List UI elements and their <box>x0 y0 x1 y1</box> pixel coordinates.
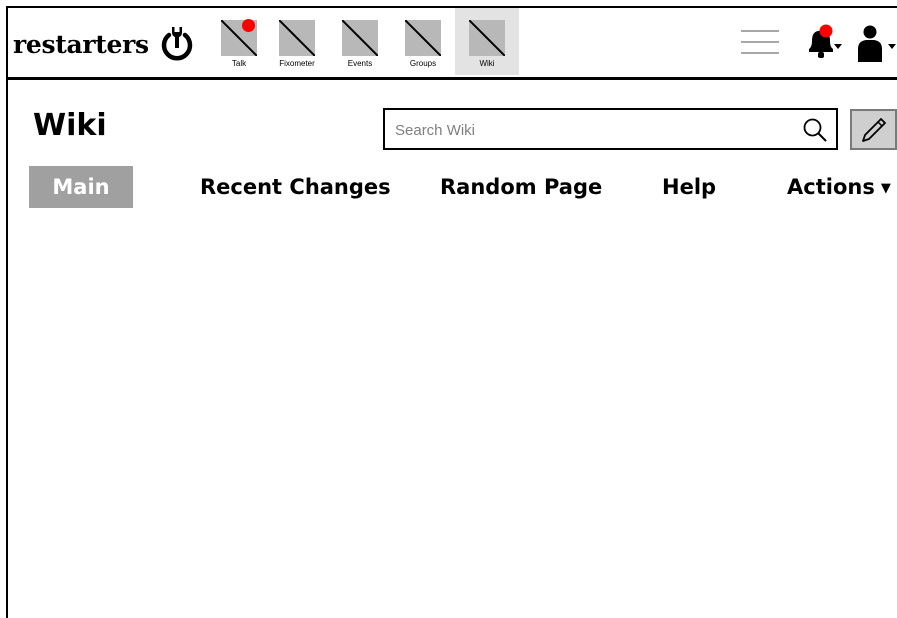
tab-recent-changes[interactable]: Recent Changes <box>200 166 391 208</box>
tab-random-page[interactable]: Random Page <box>440 166 602 208</box>
nav-label-groups: Groups <box>409 59 437 68</box>
caret-down-icon: ▼ <box>880 181 891 196</box>
tab-actions[interactable]: Actions ▼ <box>787 166 891 208</box>
search-box <box>383 108 838 150</box>
pencil-icon <box>862 118 886 142</box>
placeholder-image-icon <box>279 20 315 56</box>
top-navigation-bar: restarters Talk Fixometer Events Groups … <box>8 8 897 80</box>
nav-item-fixometer[interactable]: Fixometer <box>265 8 329 75</box>
placeholder-image-icon <box>342 20 378 56</box>
nav-label-fixometer: Fixometer <box>279 59 315 68</box>
page-title: Wiki <box>33 108 107 143</box>
notification-badge <box>242 19 255 32</box>
hamburger-menu-icon[interactable] <box>741 28 781 56</box>
logo-text: restarters <box>13 29 149 59</box>
tab-help[interactable]: Help <box>662 166 716 208</box>
nav-item-groups[interactable]: Groups <box>391 8 455 75</box>
power-wrench-icon <box>161 27 193 61</box>
nav-item-talk[interactable]: Talk <box>207 8 271 75</box>
restarters-logo[interactable]: restarters <box>13 24 197 64</box>
tab-actions-label: Actions <box>787 175 875 199</box>
nav-item-events[interactable]: Events <box>328 8 392 75</box>
search-icon[interactable] <box>802 117 828 143</box>
placeholder-image-icon <box>405 20 441 56</box>
placeholder-image-icon <box>469 20 505 56</box>
nav-label-events: Events <box>347 59 373 68</box>
app-frame: restarters Talk Fixometer Events Groups … <box>6 6 897 618</box>
nav-item-wiki[interactable]: Wiki <box>455 8 519 75</box>
bell-icon[interactable] <box>800 22 842 64</box>
nav-label-talk: Talk <box>231 59 247 68</box>
tab-main[interactable]: Main <box>29 166 133 208</box>
nav-label-wiki: Wiki <box>479 59 495 68</box>
edit-button[interactable] <box>850 109 897 150</box>
search-input[interactable] <box>395 118 785 142</box>
user-icon[interactable] <box>852 22 897 64</box>
